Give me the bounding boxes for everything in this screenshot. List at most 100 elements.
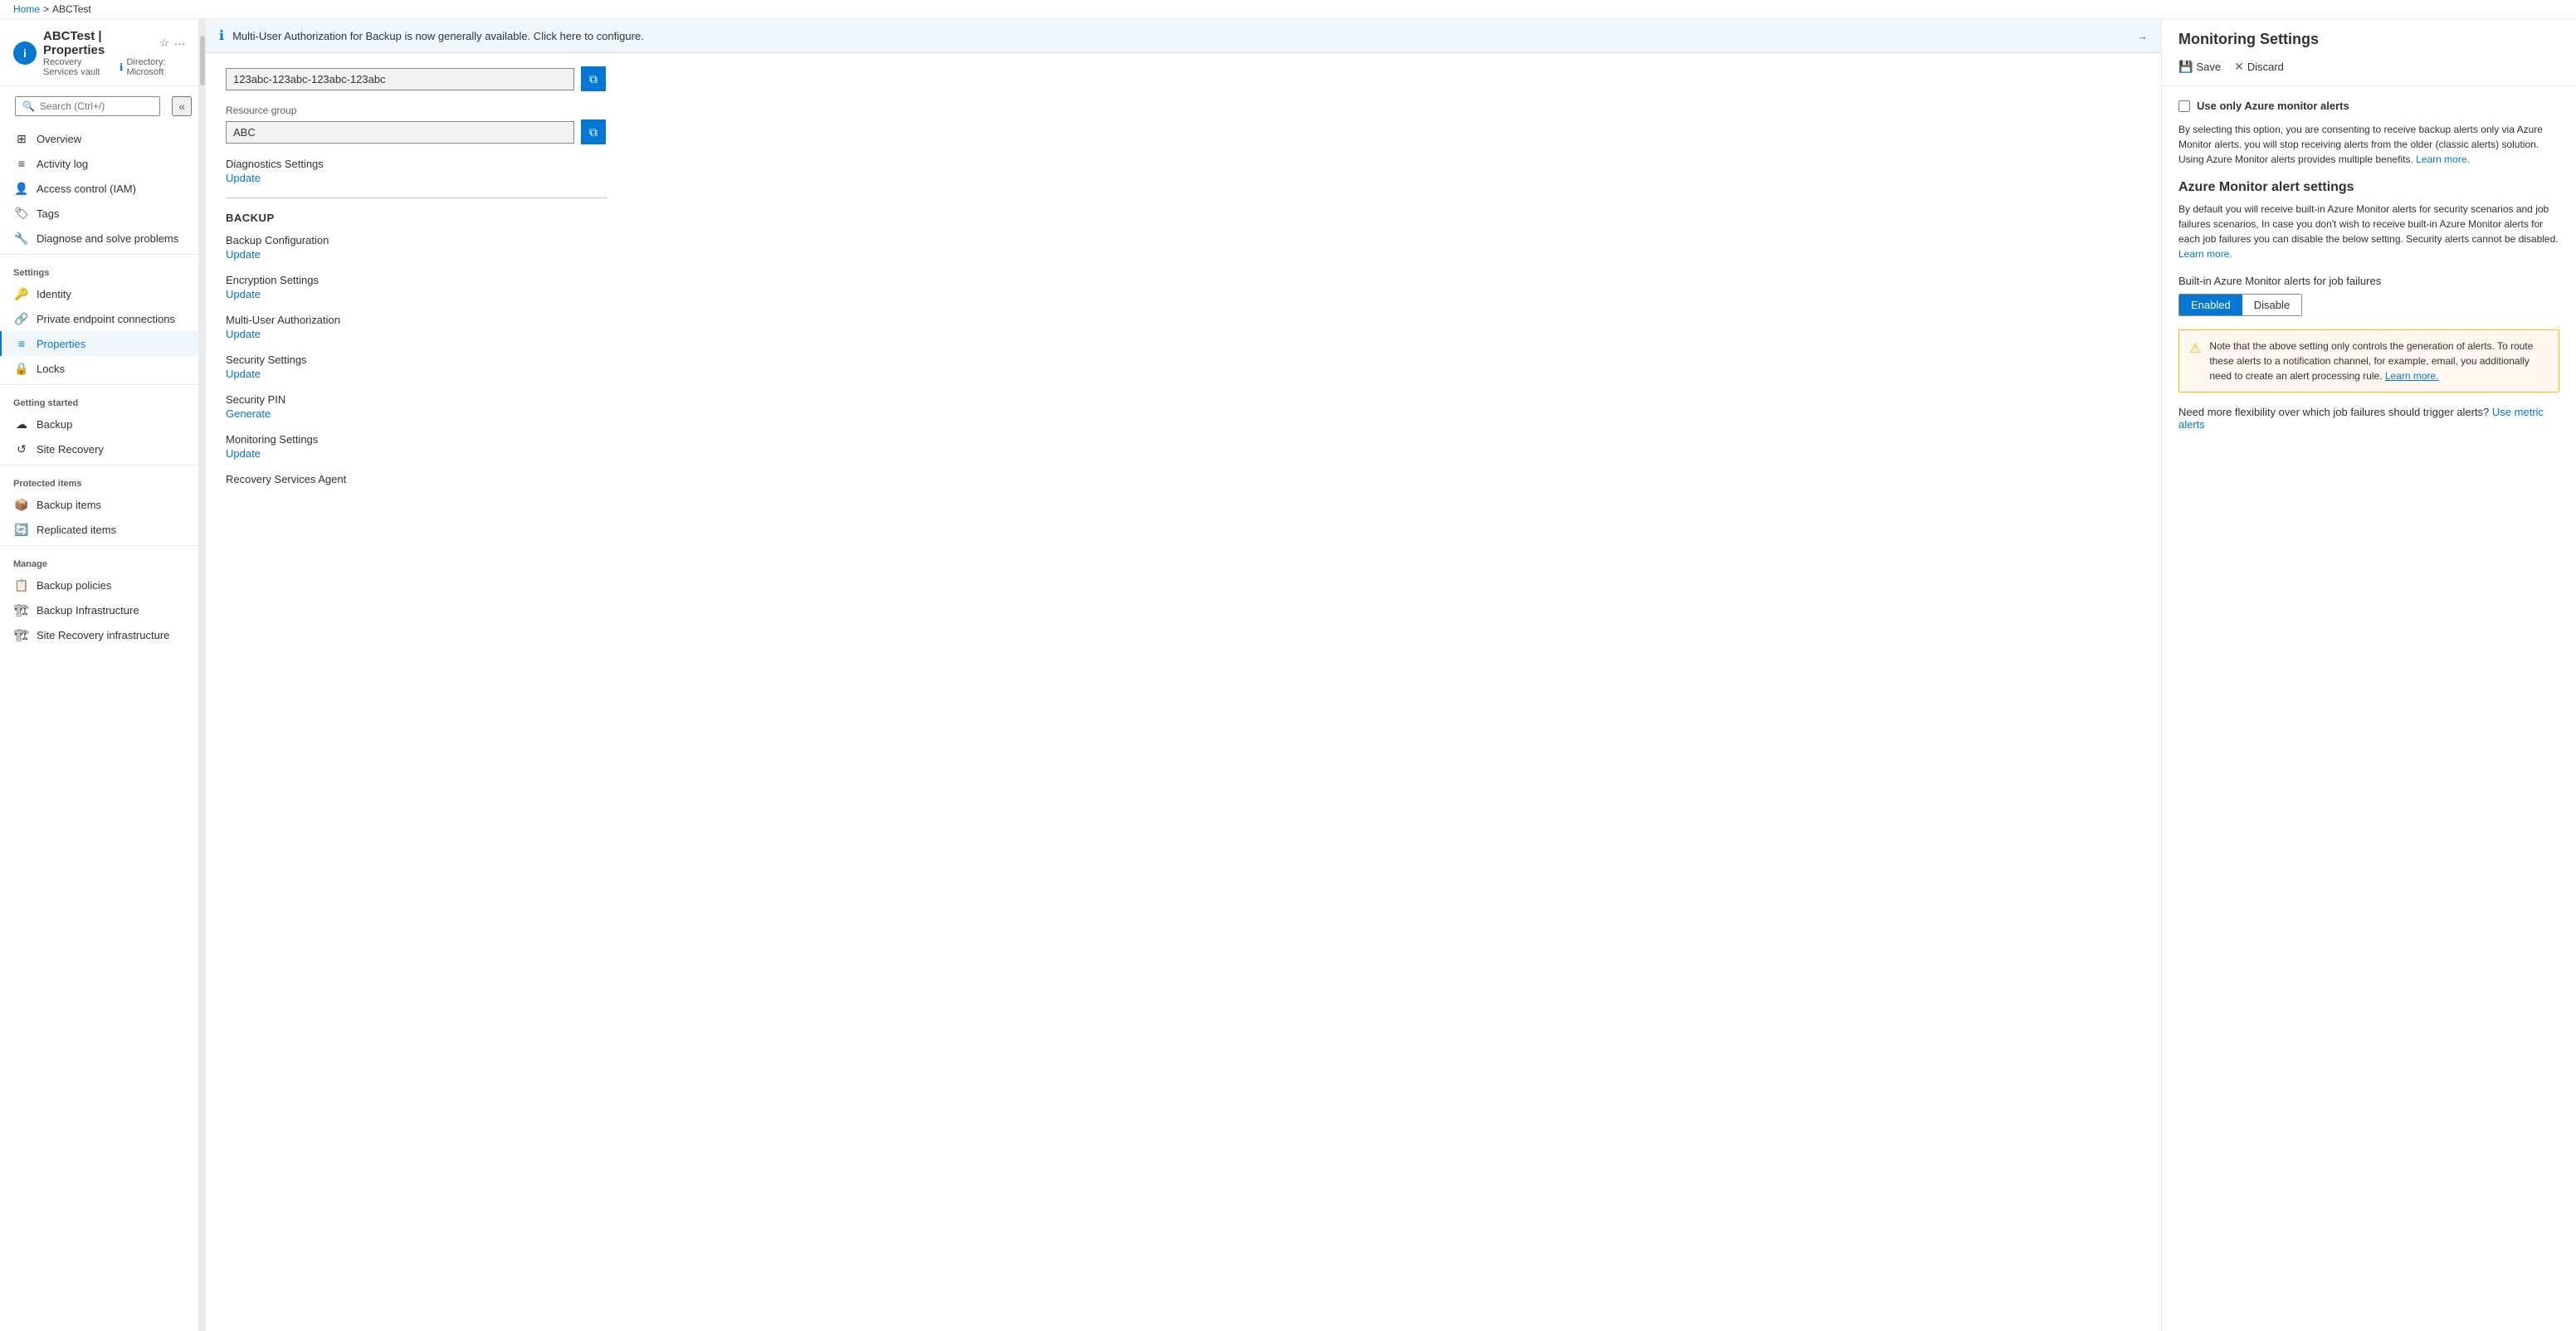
sidebar-item-locks[interactable]: 🔒 Locks: [0, 356, 198, 381]
learn-more-2-link[interactable]: Learn more.: [2178, 248, 2232, 260]
sidebar-item-label: Site Recovery infrastructure: [37, 629, 169, 641]
sidebar-logo: i: [13, 41, 37, 65]
resource-group-copy-button[interactable]: ⧉: [581, 119, 606, 144]
azure-monitor-alert-settings-title: Azure Monitor alert settings: [2178, 180, 2559, 195]
resource-id-field: ⧉: [226, 66, 2141, 91]
encryption-update-link[interactable]: Update: [226, 288, 261, 300]
toggle-disable-button[interactable]: Disable: [2242, 295, 2301, 315]
sidebar-item-backup-items[interactable]: 📦 Backup items: [0, 492, 198, 517]
breadcrumb-home[interactable]: Home: [13, 3, 40, 15]
sidebar-item-label: Backup policies: [37, 579, 111, 592]
banner-text: Multi-User Authorization for Backup is n…: [232, 30, 2129, 42]
azure-monitor-checkbox-label[interactable]: Use only Azure monitor alerts: [2197, 100, 2349, 112]
security-pin-item: Security PIN Generate: [226, 393, 2141, 420]
multi-user-update-link[interactable]: Update: [226, 328, 261, 340]
backup-config-item: Backup Configuration Update: [226, 234, 2141, 261]
sidebar-header: i ABCTest | Properties ☆ ··· Recovery Se…: [0, 19, 198, 86]
search-input[interactable]: [40, 100, 153, 112]
breadcrumb: Home > ABCTest: [0, 0, 2576, 19]
sidebar-item-diagnose[interactable]: 🔧 Diagnose and solve problems: [0, 226, 198, 251]
learn-more-1-link[interactable]: Learn more.: [2416, 154, 2470, 165]
site-recovery-icon: ↺: [15, 442, 28, 456]
toggle-enabled-button[interactable]: Enabled: [2179, 295, 2242, 315]
sidebar-item-label: Overview: [37, 133, 81, 145]
banner-arrow-icon: →: [2137, 30, 2148, 42]
security-settings-item: Security Settings Update: [226, 353, 2141, 380]
encryption-label: Encryption Settings: [226, 274, 2141, 286]
sidebar-title: ABCTest | Properties: [43, 29, 154, 57]
resource-group-label: Resource group: [226, 105, 2141, 116]
backup-policies-icon: 📋: [15, 578, 28, 592]
builtin-alerts-label: Built-in Azure Monitor alerts for job fa…: [2178, 275, 2559, 287]
sidebar-item-activity-log[interactable]: ≡ Activity log: [0, 151, 198, 176]
multi-user-item: Multi-User Authorization Update: [226, 314, 2141, 340]
discard-label: Discard: [2247, 61, 2284, 73]
replicated-items-icon: 🔄: [15, 523, 28, 536]
save-label: Save: [2196, 61, 2221, 73]
sidebar-item-label: Tags: [37, 207, 59, 220]
azure-monitor-checkbox-row: Use only Azure monitor alerts: [2178, 100, 2559, 112]
security-pin-generate-link[interactable]: Generate: [226, 407, 271, 420]
sidebar: i ABCTest | Properties ☆ ··· Recovery Se…: [0, 19, 199, 1331]
resource-id-copy-button[interactable]: ⧉: [581, 66, 606, 91]
sidebar-item-site-recovery[interactable]: ↺ Site Recovery: [0, 436, 198, 461]
sidebar-item-overview[interactable]: ⊞ Overview: [0, 126, 198, 151]
save-button[interactable]: 💾 Save: [2178, 56, 2221, 77]
flexibility-text: Need more flexibility over which job fai…: [2178, 406, 2489, 418]
toggle-group: Enabled Disable: [2178, 294, 2302, 316]
sidebar-item-label: Replicated items: [37, 524, 116, 536]
properties-form: ⧉ Resource group ⧉ Diagnostics Settings …: [206, 53, 2161, 512]
manage-section-label: Manage: [0, 549, 198, 573]
azure-monitor-checkbox[interactable]: [2178, 100, 2190, 112]
sidebar-item-identity[interactable]: 🔑 Identity: [0, 281, 198, 306]
banner-info-icon: ℹ: [219, 27, 224, 44]
backup-config-update-link[interactable]: Update: [226, 248, 261, 261]
getting-started-section-label: Getting started: [0, 388, 198, 412]
sidebar-item-backup-policies[interactable]: 📋 Backup policies: [0, 573, 198, 597]
sidebar-item-access-control[interactable]: 👤 Access control (IAM): [0, 176, 198, 201]
sidebar-item-backup[interactable]: ☁ Backup: [0, 412, 198, 436]
resource-id-input: [226, 68, 574, 90]
backup-config-label: Backup Configuration: [226, 234, 2141, 246]
diagnostics-label: Diagnostics Settings: [226, 158, 2141, 170]
sidebar-item-tags[interactable]: 🏷 Tags: [0, 201, 198, 226]
flexibility-row: Need more flexibility over which job fai…: [2178, 406, 2559, 431]
recovery-agent-item: Recovery Services Agent: [226, 473, 2141, 485]
sidebar-item-backup-infrastructure[interactable]: 🏗 Backup Infrastructure: [0, 597, 198, 622]
resource-group-input: [226, 121, 574, 144]
sidebar-collapse-button[interactable]: «: [172, 96, 192, 116]
sidebar-item-label: Backup Infrastructure: [37, 604, 139, 617]
right-panel: Monitoring Settings 💾 Save ✕ Discard: [2161, 19, 2576, 1331]
backup-section-title: BACKUP: [226, 212, 2141, 224]
sidebar-subtitle-text: Recovery Services vault: [43, 57, 116, 77]
overview-icon: ⊞: [15, 132, 28, 145]
sidebar-search-box[interactable]: 🔍: [15, 96, 160, 116]
resource-group-field: Resource group ⧉: [226, 105, 2141, 144]
sidebar-scroll: ⊞ Overview ≡ Activity log 👤 Access contr…: [0, 126, 198, 1331]
activity-log-icon: ≡: [15, 157, 28, 170]
sidebar-item-label: Activity log: [37, 158, 88, 170]
protected-items-section-label: Protected items: [0, 469, 198, 492]
save-icon: 💾: [2178, 60, 2193, 74]
sidebar-item-properties[interactable]: ≡ Properties: [0, 331, 198, 356]
monitoring-settings-item: Monitoring Settings Update: [226, 433, 2141, 460]
sidebar-item-private-endpoints[interactable]: 🔗 Private endpoint connections: [0, 306, 198, 331]
more-icon[interactable]: ···: [174, 37, 185, 50]
sidebar-item-label: Identity: [37, 288, 71, 300]
security-settings-update-link[interactable]: Update: [226, 368, 261, 380]
discard-button[interactable]: ✕ Discard: [2234, 56, 2284, 77]
backup-items-icon: 📦: [15, 498, 28, 511]
monitoring-update-link[interactable]: Update: [226, 447, 261, 460]
main-content: ℹ Multi-User Authorization for Backup is…: [206, 19, 2161, 1331]
sidebar-item-label: Private endpoint connections: [37, 313, 175, 325]
diagnostics-update-link[interactable]: Update: [226, 172, 261, 184]
notification-banner[interactable]: ℹ Multi-User Authorization for Backup is…: [206, 19, 2161, 53]
multi-user-label: Multi-User Authorization: [226, 314, 2141, 326]
sidebar-item-label: Properties: [37, 338, 85, 350]
alert-learn-more-link[interactable]: Learn more.: [2385, 370, 2439, 382]
info-icon: ℹ: [120, 61, 124, 73]
sidebar-item-label: Backup items: [37, 499, 101, 511]
favorite-icon[interactable]: ☆: [159, 37, 169, 50]
sidebar-item-site-recovery-infra[interactable]: 🏗 Site Recovery infrastructure: [0, 622, 198, 647]
sidebar-item-replicated-items[interactable]: 🔄 Replicated items: [0, 517, 198, 542]
